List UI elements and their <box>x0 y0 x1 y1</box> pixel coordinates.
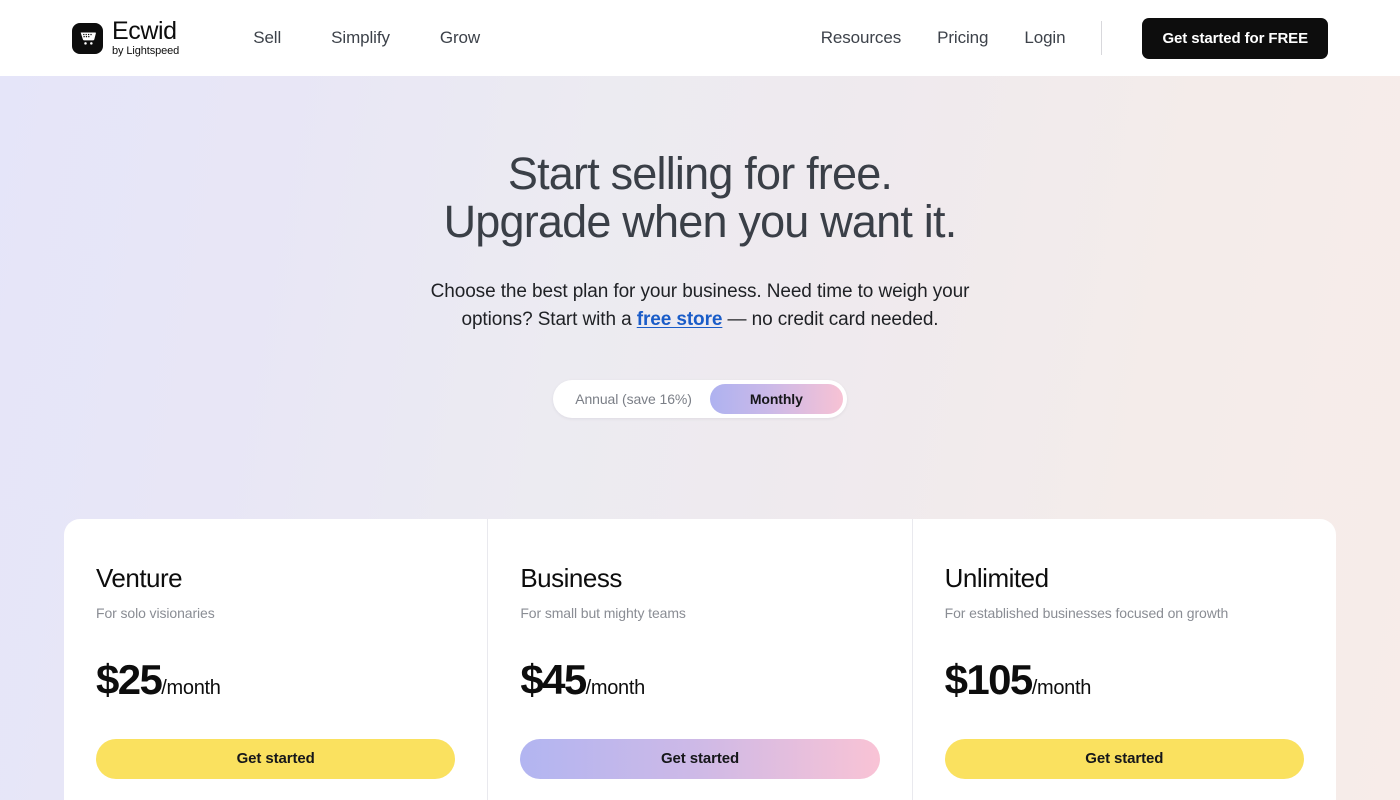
plan-name: Business <box>520 563 622 593</box>
plan-get-started-button[interactable]: Get started <box>520 738 880 779</box>
free-store-link[interactable]: free store <box>637 309 723 330</box>
nav-item-grow[interactable]: Grow <box>440 28 480 48</box>
plan-description: For small but mighty teams <box>520 604 686 621</box>
plan-price: $25 /month <box>96 655 455 703</box>
plan-card-unlimited: Unlimited For established businesses foc… <box>911 519 1336 800</box>
billing-period-toggle[interactable]: Annual (save 16%) Monthly <box>553 380 847 418</box>
brand-name: Ecwid <box>112 17 177 46</box>
plan-price-period: /month <box>1031 676 1092 699</box>
nav-item-login[interactable]: Login <box>1024 28 1065 48</box>
plan-price-amount: $45 <box>520 655 587 703</box>
nav-divider <box>1101 21 1103 55</box>
plan-price-amount: $105 <box>944 655 1034 703</box>
subtitle-text-before: options? Start with a <box>461 309 637 330</box>
toggle-option-monthly[interactable]: Monthly <box>709 384 843 414</box>
nav-item-simplify[interactable]: Simplify <box>331 28 390 48</box>
plan-price: $45 /month <box>520 655 879 703</box>
page-title-line-2: Upgrade when you want it. <box>443 196 958 247</box>
get-started-free-button[interactable]: Get started for FREE <box>1142 17 1328 59</box>
pricing-plans-panel: Venture For solo visionaries $25 /month … <box>64 519 1336 800</box>
plan-description: For established businesses focused on gr… <box>944 604 1229 621</box>
pricing-page: Ecwid by Lightspeed Sell Simplify Grow R… <box>0 0 1400 800</box>
page-title-line-1: Start selling for free. <box>507 148 893 199</box>
plan-card-business: Business For small but mighty teams $45 … <box>487 519 911 800</box>
brand-tagline: by Lightspeed <box>112 44 180 57</box>
hero-content: Start selling for free. Upgrade when you… <box>0 76 1400 418</box>
plan-price-period: /month <box>161 676 221 699</box>
billing-toggle-wrapper: Annual (save 16%) Monthly <box>0 380 1400 418</box>
site-header: Ecwid by Lightspeed Sell Simplify Grow R… <box>0 0 1400 76</box>
page-subtitle-line-1: Choose the best plan for your business. … <box>430 281 970 302</box>
shopping-cart-icon <box>72 22 103 54</box>
plan-card-venture: Venture For solo visionaries $25 /month … <box>64 519 487 800</box>
subtitle-text-after: — no credit card needed. <box>722 309 939 330</box>
secondary-nav: Resources Pricing Login Get started for … <box>821 17 1328 59</box>
toggle-option-annual[interactable]: Annual (save 16%) <box>557 384 710 414</box>
brand-logo[interactable]: Ecwid by Lightspeed <box>72 19 179 57</box>
nav-item-resources[interactable]: Resources <box>821 28 901 48</box>
nav-item-pricing[interactable]: Pricing <box>937 28 988 48</box>
primary-nav: Sell Simplify Grow <box>253 28 480 48</box>
plan-name: Venture <box>96 563 183 593</box>
plan-price-amount: $25 <box>96 655 163 703</box>
nav-item-sell[interactable]: Sell <box>253 28 281 48</box>
plan-price: $105 /month <box>944 655 1304 703</box>
plan-get-started-button[interactable]: Get started <box>96 738 456 779</box>
page-subtitle-line-2: options? Start with a free store — no cr… <box>0 306 1400 334</box>
plan-name: Unlimited <box>944 563 1049 593</box>
brand-wordmark: Ecwid by Lightspeed <box>112 19 179 57</box>
plan-get-started-button[interactable]: Get started <box>944 738 1304 779</box>
page-subtitle: Choose the best plan for your business. … <box>0 278 1400 334</box>
plan-description: For solo visionaries <box>96 604 215 621</box>
hero-section: Start selling for free. Upgrade when you… <box>0 76 1400 800</box>
plan-price-period: /month <box>585 676 646 699</box>
page-title: Start selling for free. Upgrade when you… <box>0 150 1400 246</box>
